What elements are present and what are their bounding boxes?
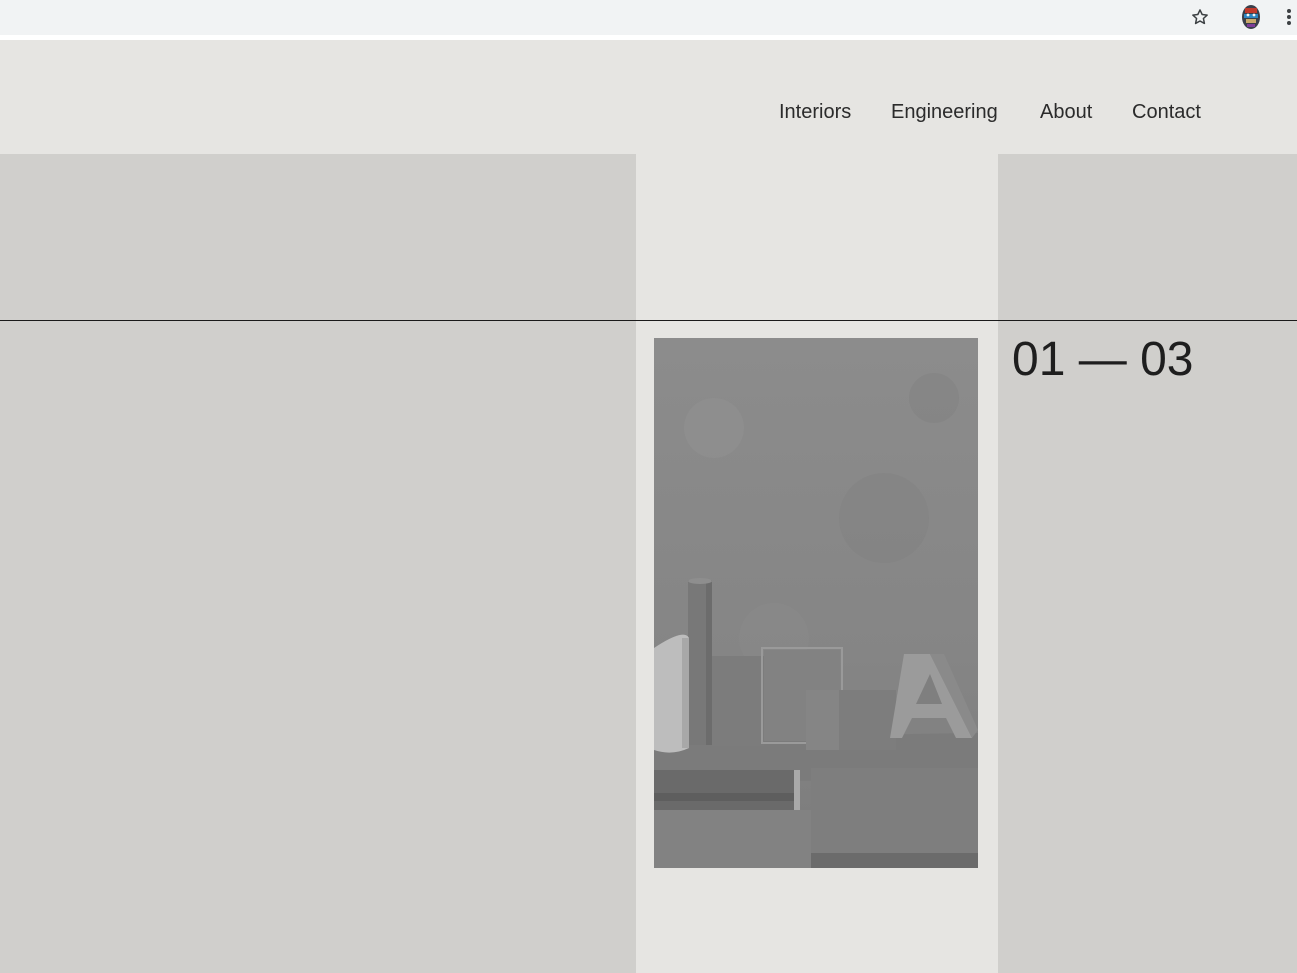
hero-image: [654, 338, 978, 868]
site-header: Interiors Engineering About Contact: [0, 40, 1297, 154]
address-bar[interactable]: [0, 0, 1222, 35]
nav-item-contact[interactable]: Contact: [1132, 101, 1201, 124]
left-panel: [0, 154, 636, 973]
more-vert-icon[interactable]: [1280, 5, 1297, 29]
nav-item-about[interactable]: About: [1040, 101, 1092, 124]
slide-counter: 01 — 03: [1012, 333, 1194, 386]
nav-item-engineering[interactable]: Engineering: [891, 101, 998, 124]
nav-item-interiors[interactable]: Interiors: [779, 101, 851, 124]
right-panel: [998, 154, 1297, 973]
profile-avatar-icon[interactable]: [1240, 3, 1262, 31]
bookmark-star-icon[interactable]: [1186, 5, 1214, 29]
horizontal-divider: [0, 320, 1297, 321]
browser-toolbar: [0, 0, 1297, 35]
main-nav: Interiors Engineering About Contact: [0, 101, 1297, 127]
